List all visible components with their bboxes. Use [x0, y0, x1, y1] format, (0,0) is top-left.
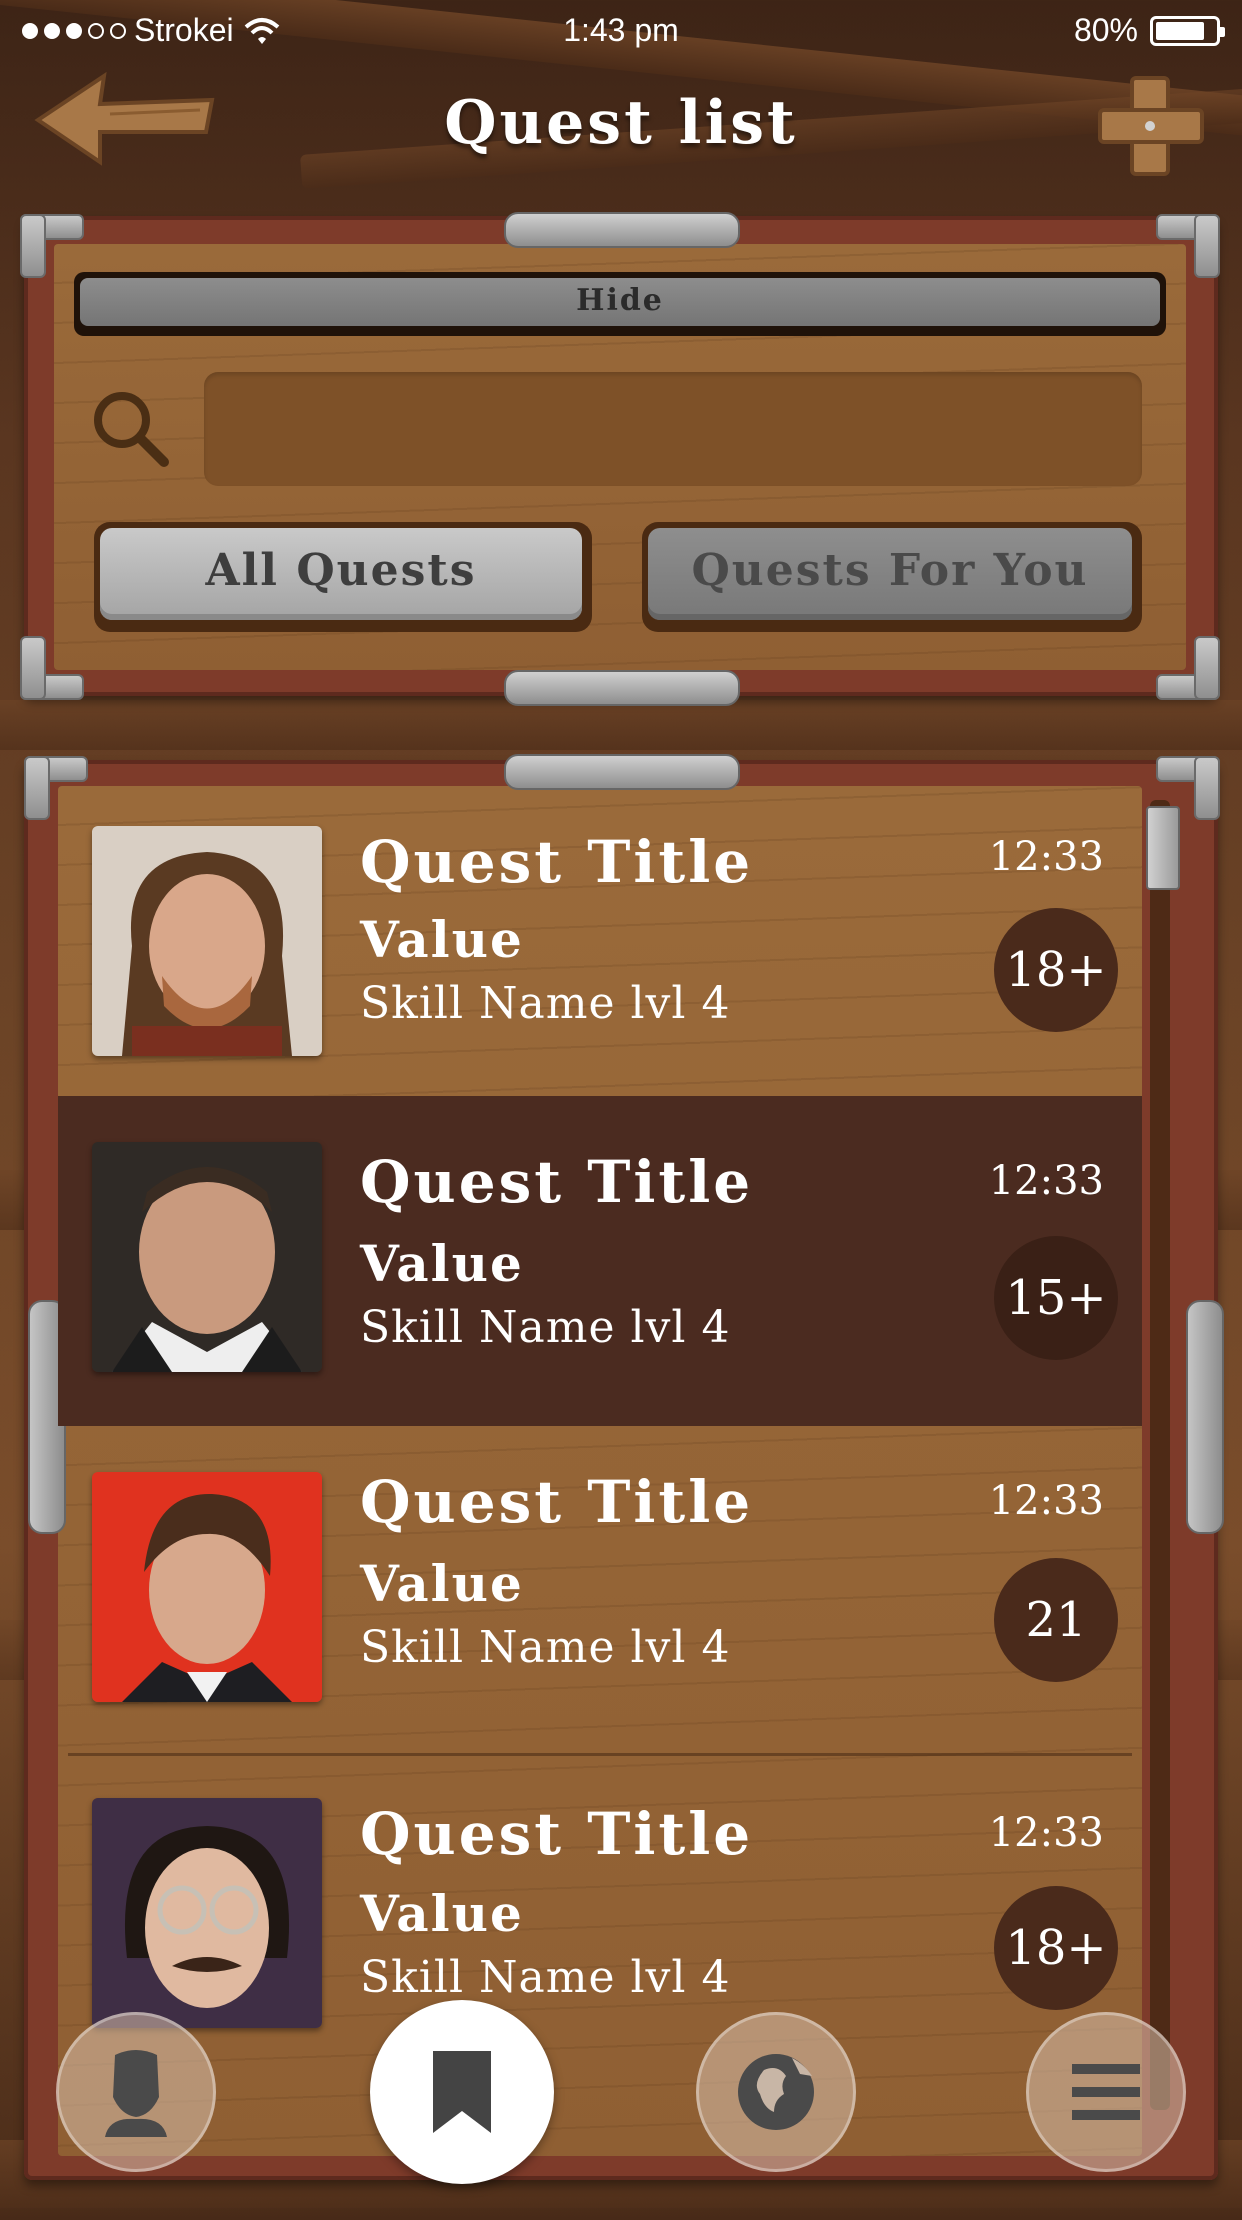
quest-avatar	[92, 1472, 322, 1702]
scrollbar-thumb[interactable]	[1146, 806, 1180, 890]
metal-bracket	[20, 636, 84, 700]
hide-button-label: Hide	[80, 278, 1160, 326]
tab-world[interactable]	[696, 2012, 856, 2172]
globe-icon	[738, 2054, 814, 2130]
quest-row[interactable]: Quest Title Value Skill Name lvl 4 12:33…	[58, 1756, 1142, 2076]
metal-clip	[504, 754, 740, 790]
scrollbar-track[interactable]	[1150, 800, 1170, 2110]
age-rating-badge: 21	[994, 1558, 1118, 1682]
metal-clip	[504, 212, 740, 248]
quest-skill: Skill Name lvl 4	[360, 1622, 731, 1673]
tab-profile[interactable]	[56, 2012, 216, 2172]
battery-icon	[1150, 15, 1225, 46]
metal-bracket	[1156, 214, 1220, 278]
quest-value: Value	[360, 910, 524, 969]
quest-title: Quest Title	[360, 1468, 754, 1536]
quest-avatar	[92, 1798, 322, 2028]
quest-list: Quest Title Value Skill Name lvl 4 12:33…	[58, 786, 1142, 2156]
status-bar: Strokei 1:43 pm 80%	[0, 0, 1242, 64]
metal-bracket	[20, 214, 84, 278]
age-rating-badge: 18+	[994, 1886, 1118, 2010]
quest-time: 12:33	[988, 1478, 1104, 1524]
background-beam	[0, 700, 1242, 750]
quest-skill: Skill Name lvl 4	[360, 1302, 731, 1353]
quest-title: Quest Title	[360, 828, 754, 896]
status-time: 1:43 pm	[563, 12, 679, 48]
menu-icon	[1072, 2064, 1140, 2120]
tab-bookmarks[interactable]	[370, 2000, 554, 2184]
segment-quests-for-you-label: Quests For You	[648, 528, 1132, 620]
bookmark-icon	[433, 2051, 491, 2133]
page-title: Quest list	[444, 88, 798, 158]
tab-menu[interactable]	[1026, 2012, 1186, 2172]
quest-time: 12:33	[988, 834, 1104, 880]
quest-value: Value	[360, 1234, 524, 1293]
metal-bracket	[1156, 636, 1220, 700]
quest-skill: Skill Name lvl 4	[360, 978, 731, 1029]
quest-time: 12:33	[988, 1810, 1104, 1856]
segment-all-quests[interactable]: All Quests	[94, 522, 592, 632]
quest-row[interactable]: Quest Title Value Skill Name lvl 4 12:33…	[58, 1426, 1142, 1756]
age-rating-badge: 18+	[994, 908, 1118, 1032]
quest-value: Value	[360, 1554, 524, 1613]
add-quest-button[interactable]	[1096, 74, 1206, 178]
quest-row[interactable]: Quest Title Value Skill Name lvl 4 12:33…	[58, 1096, 1142, 1426]
battery-percent: 80%	[1073, 12, 1138, 48]
search-input[interactable]	[204, 372, 1142, 486]
quest-row[interactable]: Quest Title Value Skill Name lvl 4 12:33…	[58, 786, 1142, 1106]
metal-side-clip	[1186, 1300, 1224, 1534]
quest-avatar	[92, 1142, 322, 1372]
quest-avatar	[92, 826, 322, 1056]
age-rating-badge: 15+	[994, 1236, 1118, 1360]
hide-button[interactable]: Hide	[74, 272, 1166, 336]
quest-title: Quest Title	[360, 1148, 754, 1216]
wooden-plus-icon	[1098, 76, 1204, 176]
search-icon	[94, 392, 169, 467]
segment-quests-for-you[interactable]: Quests For You	[642, 522, 1142, 632]
battery-group: 80%	[1073, 12, 1225, 49]
quest-time: 12:33	[988, 1158, 1104, 1204]
quest-value: Value	[360, 1884, 524, 1943]
quest-title: Quest Title	[360, 1800, 754, 1868]
metal-clip	[504, 670, 740, 706]
segment-all-quests-label: All Quests	[100, 528, 582, 620]
quest-skill: Skill Name lvl 4	[360, 1952, 731, 2003]
profile-silhouette-icon	[105, 2050, 167, 2137]
